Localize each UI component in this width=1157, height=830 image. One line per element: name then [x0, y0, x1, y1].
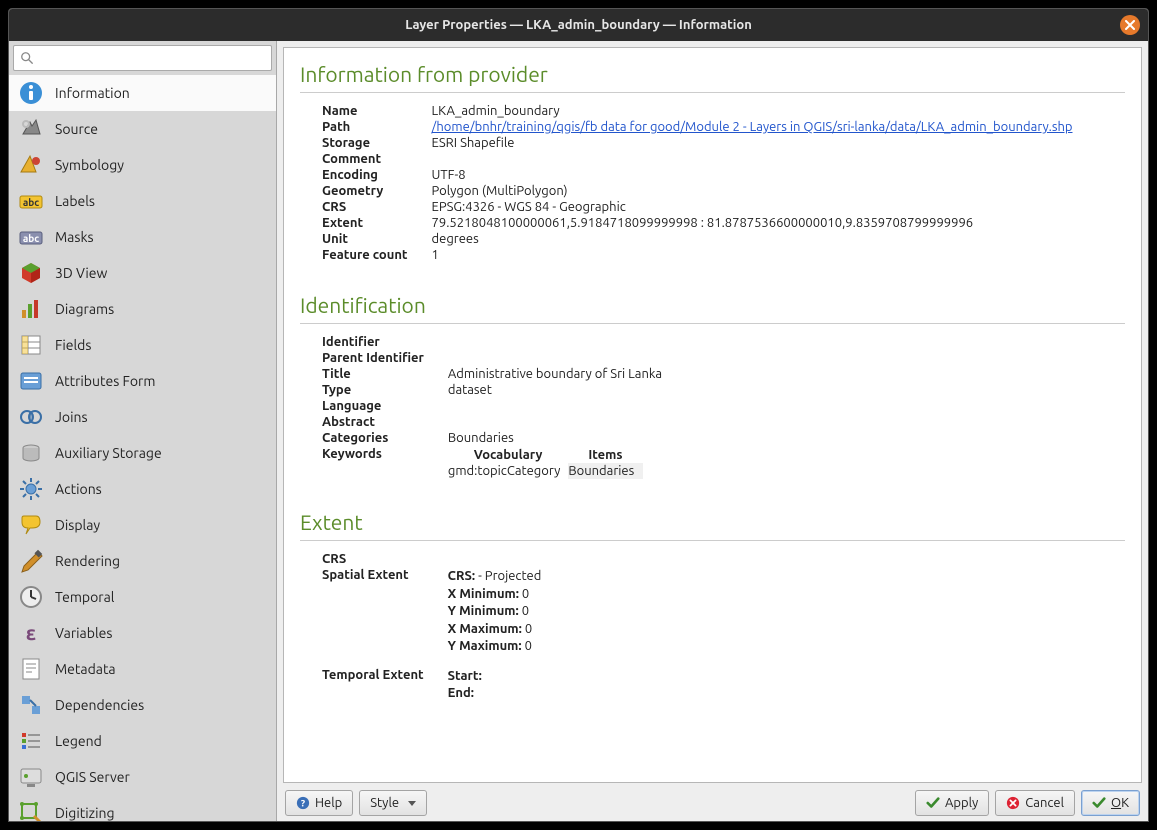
- svg-text:ε: ε: [26, 621, 36, 644]
- style-button[interactable]: Style: [359, 790, 427, 816]
- digitizing-icon: [17, 799, 45, 821]
- sidebar-item-label: Auxiliary Storage: [55, 445, 162, 461]
- info-panel[interactable]: Information from provider NameLKA_admin_…: [283, 47, 1142, 783]
- information-icon: [17, 79, 45, 107]
- sidebar-item-label: Source: [55, 121, 98, 137]
- help-button[interactable]: ? Help: [285, 790, 353, 816]
- sidebar-item-label: QGIS Server: [55, 769, 130, 785]
- sidebar-item-label: Metadata: [55, 661, 116, 677]
- sidebar-item-label: Attributes Form: [55, 373, 155, 389]
- fields-icon: [17, 331, 45, 359]
- labels-icon: abc: [17, 187, 45, 215]
- sidebar-item-variables[interactable]: ε Variables: [9, 615, 276, 651]
- section-heading-identification: Identification: [300, 293, 1125, 317]
- path-link[interactable]: /home/bnhr/training/qgis/fb data for goo…: [432, 120, 1073, 134]
- sidebar-item-joins[interactable]: Joins: [9, 399, 276, 435]
- sidebar-item-digitizing[interactable]: Digitizing: [9, 795, 276, 821]
- keywords-table: VocabularyItems gmd:topicCategoryBoundar…: [448, 447, 643, 479]
- button-row: ? Help Style Apply: [277, 785, 1148, 821]
- sidebar-item-label: 3D View: [55, 265, 107, 281]
- sidebar-item-display[interactable]: Display: [9, 507, 276, 543]
- sidebar-item-label: Fields: [55, 337, 91, 353]
- sidebar-item-metadata[interactable]: Metadata: [9, 651, 276, 687]
- search-icon: [20, 51, 34, 65]
- check-icon: [926, 796, 940, 810]
- section-heading-provider: Information from provider: [300, 62, 1125, 86]
- display-icon: [17, 511, 45, 539]
- attributesform-icon: [17, 367, 45, 395]
- diagrams-icon: [17, 295, 45, 323]
- svg-text:abc: abc: [23, 197, 39, 208]
- sidebar-item-3dview[interactable]: 3D View: [9, 255, 276, 291]
- close-icon: [1125, 20, 1135, 30]
- sidebar-item-label: Display: [55, 517, 100, 533]
- close-button[interactable]: [1120, 15, 1140, 35]
- sidebar-item-dependencies[interactable]: Dependencies: [9, 687, 276, 723]
- help-icon: ?: [296, 796, 310, 810]
- sidebar-item-label: Legend: [55, 733, 102, 749]
- window-title: Layer Properties — LKA_admin_boundary — …: [405, 18, 752, 32]
- sidebar-item-source[interactable]: Source: [9, 111, 276, 147]
- masks-icon: abc: [17, 223, 45, 251]
- sidebar-item-qgisserver[interactable]: QGIS Server: [9, 759, 276, 795]
- source-icon: [17, 115, 45, 143]
- sidebar-item-information[interactable]: Information: [9, 75, 276, 111]
- sidebar-item-label: Digitizing: [55, 805, 115, 821]
- identification-table: Identifier Parent Identifier TitleAdmini…: [322, 334, 670, 480]
- svg-text:?: ?: [301, 798, 305, 809]
- joins-icon: [17, 403, 45, 431]
- section-heading-extent: Extent: [300, 510, 1125, 534]
- sidebar-item-label: Masks: [55, 229, 94, 245]
- cancel-icon: [1006, 796, 1020, 810]
- actions-icon: [17, 475, 45, 503]
- dependencies-icon: [17, 691, 45, 719]
- sidebar-item-label: Rendering: [55, 553, 120, 569]
- sidebar-item-auxiliary[interactable]: Auxiliary Storage: [9, 435, 276, 471]
- 3dview-icon: [17, 259, 45, 287]
- variables-icon: ε: [17, 619, 45, 647]
- sidebar-item-label: Labels: [55, 193, 95, 209]
- legend-icon: [17, 727, 45, 755]
- sidebar-item-label: Symbology: [55, 157, 124, 173]
- cancel-button[interactable]: Cancel: [995, 790, 1075, 816]
- chevron-down-icon: [408, 801, 416, 806]
- ok-icon: [1092, 796, 1106, 810]
- sidebar-item-legend[interactable]: Legend: [9, 723, 276, 759]
- sidebar-item-actions[interactable]: Actions: [9, 471, 276, 507]
- sidebar-item-labels[interactable]: abc Labels: [9, 183, 276, 219]
- sidebar-item-label: Dependencies: [55, 697, 144, 713]
- extent-table: CRS Spatial Extent CRS: - Projected X Mi…: [322, 551, 549, 704]
- sidebar-item-label: Actions: [55, 481, 102, 497]
- svg-text:abc: abc: [23, 233, 39, 244]
- sidebar-item-label: Information: [55, 85, 130, 101]
- sidebar-item-diagrams[interactable]: Diagrams: [9, 291, 276, 327]
- sidebar-item-label: Joins: [55, 409, 88, 425]
- sidebar-search-input[interactable]: [40, 50, 265, 65]
- ok-button[interactable]: OK: [1081, 790, 1140, 816]
- sidebar: Information Source Symbology abc Labels abc Ma…: [9, 41, 277, 821]
- auxiliary-icon: [17, 439, 45, 467]
- qgisserver-icon: [17, 763, 45, 791]
- separator: [300, 323, 1125, 324]
- sidebar-item-fields[interactable]: Fields: [9, 327, 276, 363]
- metadata-icon: [17, 655, 45, 683]
- sidebar-search[interactable]: [13, 45, 272, 71]
- sidebar-item-rendering[interactable]: Rendering: [9, 543, 276, 579]
- temporal-icon: [17, 583, 45, 611]
- separator: [300, 92, 1125, 93]
- sidebar-item-label: Variables: [55, 625, 112, 641]
- apply-button[interactable]: Apply: [915, 790, 989, 816]
- sidebar-item-symbology[interactable]: Symbology: [9, 147, 276, 183]
- rendering-icon: [17, 547, 45, 575]
- separator: [300, 540, 1125, 541]
- sidebar-item-label: Temporal: [55, 589, 114, 605]
- symbology-icon: [17, 151, 45, 179]
- sidebar-list[interactable]: Information Source Symbology abc Labels abc Ma…: [9, 75, 276, 821]
- sidebar-item-label: Diagrams: [55, 301, 114, 317]
- titlebar: Layer Properties — LKA_admin_boundary — …: [9, 9, 1148, 41]
- provider-table: NameLKA_admin_boundary Path /home/bnhr/t…: [322, 103, 1081, 263]
- sidebar-item-attributesform[interactable]: Attributes Form: [9, 363, 276, 399]
- sidebar-item-temporal[interactable]: Temporal: [9, 579, 276, 615]
- sidebar-item-masks[interactable]: abc Masks: [9, 219, 276, 255]
